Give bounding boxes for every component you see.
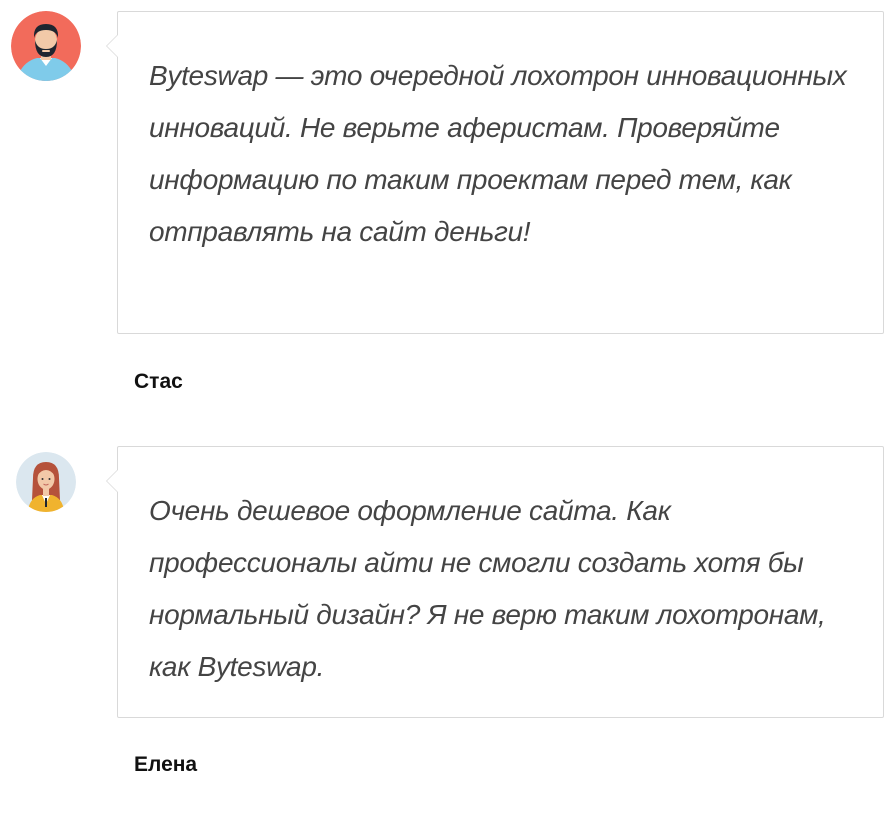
woman-avatar-icon: [16, 452, 76, 512]
review-bubble: Очень дешевое оформление сайта. Как проф…: [106, 446, 884, 718]
review-text: Очень дешевое оформление сайта. Как проф…: [149, 495, 826, 682]
review-author: Елена: [134, 753, 198, 776]
review-item: Очень дешевое оформление сайта. Как проф…: [0, 0, 892, 826]
